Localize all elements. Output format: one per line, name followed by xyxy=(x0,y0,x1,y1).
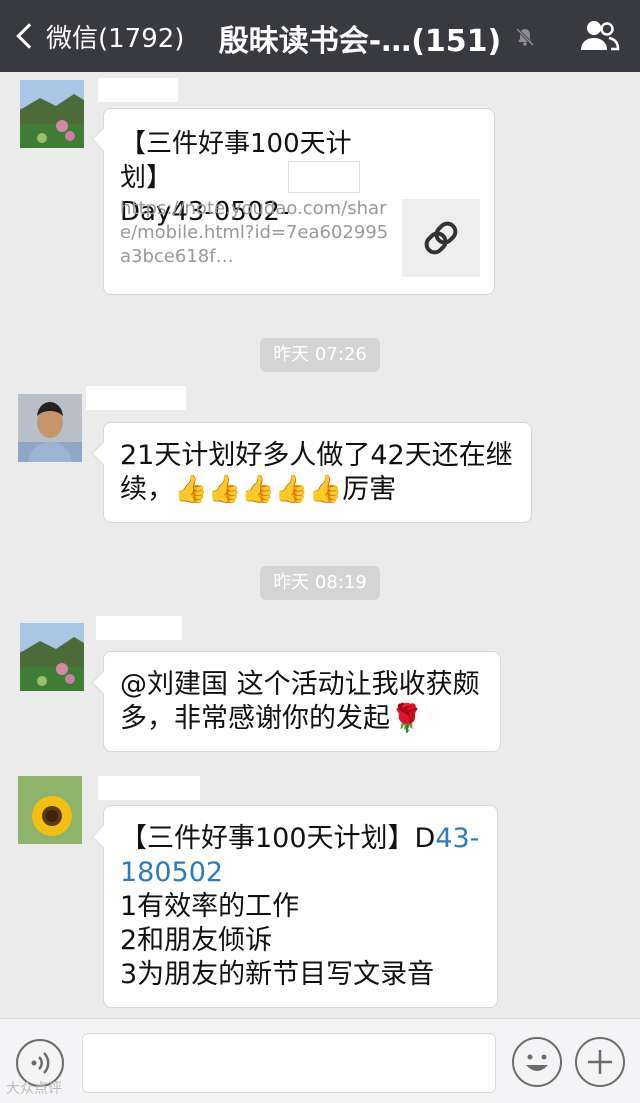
text-message[interactable]: @刘建国 这个活动让我收获颇 多，非常感谢你的发起🌹 xyxy=(103,651,501,752)
message-text: 多，非常感谢你的发起 xyxy=(120,703,390,734)
text-message[interactable]: 【三件好事100天计划】D43- 180502 1有效率的工作 2和朋友倾诉 3… xyxy=(103,805,498,1008)
sender-name-redacted xyxy=(86,386,186,410)
chat-title: 殷昧读书会-…(151) xyxy=(218,24,502,59)
redacted-block xyxy=(288,161,360,193)
message-line: 【三件好事100天计划】D43- xyxy=(120,822,492,856)
message-input[interactable] xyxy=(82,1033,496,1093)
emoji-button[interactable] xyxy=(512,1037,562,1087)
message-text: 续， xyxy=(120,474,174,505)
chat-header: 微信(1792) 殷昧读书会-…(151) xyxy=(0,0,640,72)
avatar[interactable] xyxy=(20,623,84,691)
message-line: 1有效率的工作 xyxy=(120,891,300,922)
link-thumbnail xyxy=(402,199,480,277)
message-line: 3为朋友的新节目写文录音 xyxy=(120,959,435,990)
message-link[interactable]: 180502 xyxy=(120,856,492,890)
time-divider: 昨天 08:19 xyxy=(260,566,380,600)
message-line: 2和朋友倾诉 xyxy=(120,925,273,956)
chevron-left-icon xyxy=(16,23,42,49)
plus-icon xyxy=(588,1050,612,1074)
more-button[interactable] xyxy=(575,1037,625,1087)
back-button[interactable]: 微信(1792) xyxy=(14,18,184,54)
avatar[interactable] xyxy=(18,776,82,844)
message-text: 厉害 xyxy=(342,474,397,505)
message-line: @刘建国 这个活动让我收获颇 xyxy=(120,669,480,700)
avatar[interactable] xyxy=(20,80,84,148)
message-text: 【三件好事100天计划】D xyxy=(120,823,436,854)
sender-name-redacted xyxy=(96,616,182,640)
emoji-icon xyxy=(526,1054,548,1071)
watermark: 大众点评 xyxy=(6,1081,62,1097)
people-icon[interactable] xyxy=(578,18,620,54)
thumbs-up-emoji-icon: 👍👍👍👍👍 xyxy=(174,474,343,505)
link-url: https://note.youdao.com/share/mobile.htm… xyxy=(120,198,389,267)
message-line: 多，非常感谢你的发起🌹 xyxy=(120,702,492,736)
time-divider: 昨天 07:26 xyxy=(260,338,380,372)
input-bar xyxy=(0,1018,640,1103)
link-icon xyxy=(424,221,458,255)
avatar[interactable] xyxy=(18,394,82,462)
link-card-message[interactable]: 【三件好事100天计划】 Day43-0502- https://note.yo… xyxy=(103,108,495,295)
rose-emoji-icon: 🌹 xyxy=(390,703,424,734)
chat-feed[interactable]: 【三件好事100天计划】 Day43-0502- https://note.yo… xyxy=(0,72,640,1018)
sender-name-redacted xyxy=(98,78,178,102)
text-message[interactable]: 21天计划好多人做了42天还在继 续，👍👍👍👍👍厉害 xyxy=(103,422,532,523)
sender-name-redacted xyxy=(98,776,200,800)
message-line: 21天计划好多人做了42天还在继 xyxy=(120,440,513,471)
message-line: 续，👍👍👍👍👍厉害 xyxy=(120,473,524,507)
back-label: 微信(1792) xyxy=(46,23,185,54)
muted-bell-icon xyxy=(515,27,535,47)
message-link[interactable]: 43- xyxy=(435,823,479,854)
